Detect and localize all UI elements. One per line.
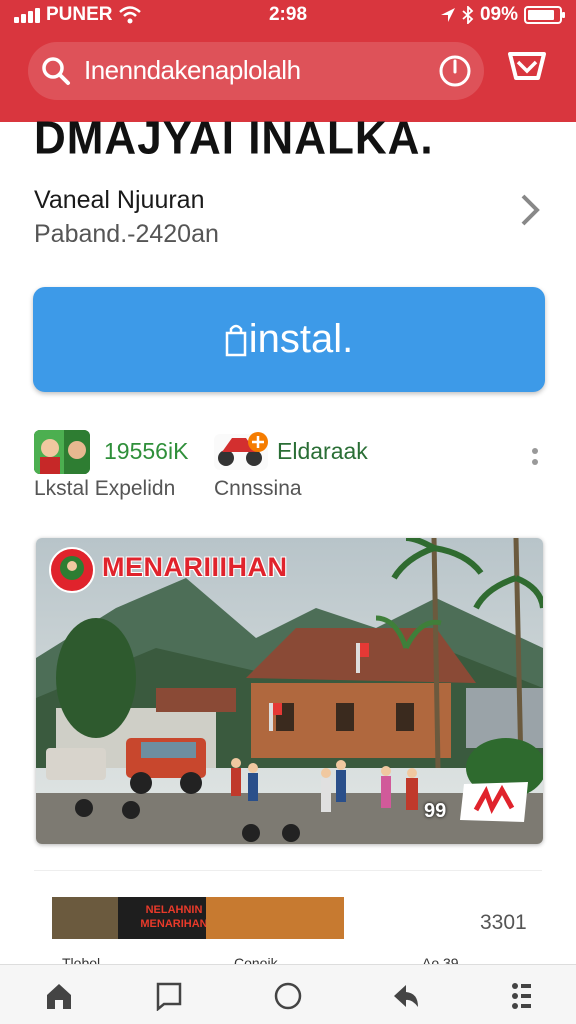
related-apps-card[interactable]: NELAHNIN MENARIHAN 3301 Tlobol Conoik Ao… (34, 870, 542, 971)
app-title: DMAJYAI INALKA. (34, 112, 434, 165)
related-thumbnail[interactable] (206, 897, 344, 939)
circle-icon[interactable] (273, 981, 303, 1011)
back-icon[interactable] (390, 981, 420, 1011)
search-icon[interactable] (40, 55, 72, 87)
banner-logo (49, 547, 95, 593)
menu-icon[interactable] (506, 981, 536, 1011)
search-input[interactable]: Inenndakenaplolalh (84, 55, 301, 86)
cart-icon[interactable] (506, 48, 548, 88)
location-arrow-icon (440, 8, 455, 22)
related-thumbnail[interactable] (52, 897, 118, 939)
scooter-icon (214, 432, 268, 470)
developer-subtitle: Paband.-2420an (34, 220, 219, 248)
bottom-navigation (0, 964, 576, 1024)
stat-label-category: Cnnssina (214, 477, 302, 500)
stat-label-downloads: Lkstal Expelidn (34, 477, 176, 500)
bookmark-icon[interactable] (154, 981, 184, 1011)
install-label: instal. (248, 317, 354, 361)
chevron-right-icon[interactable] (516, 193, 544, 227)
developer-name[interactable]: Vaneal Njuuran (34, 186, 204, 215)
app-header: PUNER 2:98 09% Inenndakenaplolalh (0, 0, 576, 122)
stat-value-category: Eldaraak (277, 438, 368, 464)
rating-badge: 99 (424, 800, 447, 822)
stat-value-downloads: 19556iK (104, 438, 189, 464)
brand-badge-icon (460, 782, 528, 822)
battery-icon (524, 6, 565, 24)
shopping-bag-icon (225, 324, 246, 356)
battery-percent: 09% (479, 4, 518, 25)
app-thumbnail-icon (34, 430, 90, 474)
bluetooth-icon (462, 6, 474, 24)
status-bar: PUNER 2:98 09% (0, 0, 576, 30)
power-icon[interactable] (438, 54, 472, 88)
install-button[interactable]: instal. (33, 287, 545, 392)
promo-banner[interactable]: MENARIIIHAN 99 (36, 538, 543, 844)
banner-title: MENARIIIHAN (102, 552, 288, 582)
search-bar[interactable]: Inenndakenaplolalh (28, 42, 484, 100)
related-count: 3301 (480, 911, 527, 934)
home-icon[interactable] (44, 981, 74, 1011)
more-options-icon[interactable] (529, 448, 541, 476)
